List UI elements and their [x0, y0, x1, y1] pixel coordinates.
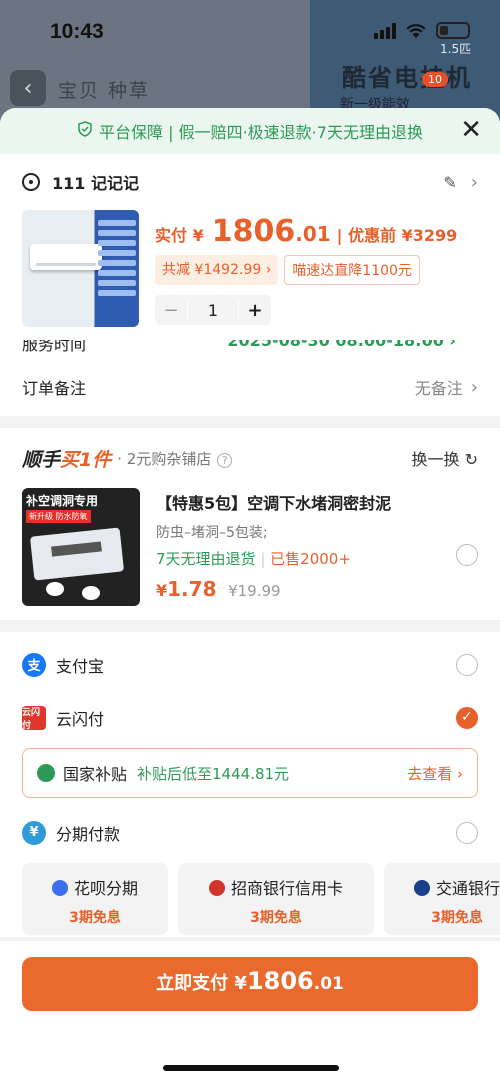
price-line: 实付 ¥ 1806 .01 | 优惠前 ¥3299	[155, 214, 478, 249]
chevron-right-icon: ›	[470, 171, 478, 193]
add-on-desc: 防虫–堵洞–5包装;	[156, 525, 268, 541]
wifi-icon	[406, 23, 426, 38]
add-on-title: 顺手买1件	[22, 448, 112, 471]
add-on-image[interactable]: 补空调洞专用 新升级 防水防氧	[22, 488, 140, 606]
unionpay-icon: 云闪付	[22, 705, 46, 731]
help-icon[interactable]: ?	[217, 452, 233, 468]
address-row[interactable]: 111 记记记 ✎ ›	[0, 154, 500, 210]
price-decimal: .01	[295, 222, 331, 246]
paid-label: 实付 ¥	[155, 226, 204, 245]
product-image-panel	[98, 220, 136, 318]
chevron-right-icon: ›	[470, 376, 478, 398]
alipay-radio[interactable]	[456, 653, 478, 676]
add-on-name: 【特惠5包】空调下水堵洞密封泥	[156, 494, 392, 513]
cmb-icon	[208, 880, 225, 896]
checkout-sheet: 平台保障 | 假一赔四·极速退款·7天无理由退换 ✕ 111 记记记 ✎ › 实…	[0, 108, 500, 1081]
swap-button[interactable]: 换一换 ↻	[412, 446, 479, 470]
unionpay-radio[interactable]	[456, 706, 478, 729]
add-on-image-header: 补空调洞专用	[26, 494, 99, 508]
product-image[interactable]	[22, 210, 139, 327]
add-on-meta: 7天无理由退货 | 已售2000+	[156, 550, 351, 568]
pay-now-button[interactable]: 立即支付 ¥1806.01	[22, 957, 478, 1011]
sold-count: 已售2000+	[270, 550, 351, 568]
order-note-row[interactable]: 订单备注 无备注 ›	[0, 358, 500, 416]
bocom-icon	[413, 880, 430, 896]
installment-radio[interactable]	[456, 821, 478, 844]
add-on-image-badge: 新升级 防水防氧	[26, 510, 91, 523]
guarantee-banner: 平台保障 | 假一赔四·极速退款·7天无理由退换 ✕	[0, 108, 500, 154]
add-on-header: 顺手买1件 · 2元购杂铺店? 换一换 ↻	[0, 428, 500, 488]
background-tabs: 宝贝 种草	[58, 80, 151, 102]
battery-icon	[436, 22, 470, 39]
background-title: 酷省电挂机	[342, 64, 472, 92]
pay-option-installment[interactable]: ¥ 分期付款	[0, 806, 500, 859]
subsidy-icon	[37, 764, 55, 782]
installment-plan-cmb[interactable]: 招商银行信用卡 3期免息	[178, 863, 374, 935]
installment-icon: ¥	[22, 820, 46, 845]
status-time: 10:43	[50, 20, 104, 43]
quantity-stepper: − 1 +	[155, 295, 271, 325]
home-indicator[interactable]	[163, 1065, 339, 1071]
clay-ball	[46, 582, 64, 596]
pay-option-label: 分期付款	[56, 824, 121, 844]
add-on-subtitle: · 2元购杂铺店?	[117, 448, 411, 469]
add-on-item[interactable]: 补空调洞专用 新升级 防水防氧 【特惠5包】空调下水堵洞密封泥 防虫–堵洞–5包…	[0, 488, 500, 620]
price-tags: 共减 ¥1492.99 › 喵速达直降1100元	[155, 255, 478, 285]
product-row: 实付 ¥ 1806 .01 | 优惠前 ¥3299 共减 ¥1492.99 › …	[0, 210, 500, 340]
quantity-minus-button[interactable]: −	[155, 300, 187, 321]
sealing-clay-pack	[29, 527, 125, 581]
add-on-price: ¥1.78 ¥19.99	[156, 577, 281, 601]
product-info: 实付 ¥ 1806 .01 | 优惠前 ¥3299 共减 ¥1492.99 › …	[155, 210, 478, 330]
close-icon[interactable]: ✕	[460, 117, 482, 143]
signal-icon	[374, 22, 396, 39]
add-on-radio[interactable]	[456, 544, 478, 566]
subsidy-view-link[interactable]: 去查看 ›	[407, 763, 463, 784]
clay-ball	[82, 586, 100, 600]
national-subsidy-banner[interactable]: 国家补贴 补贴后低至1444.81元 去查看 ›	[22, 748, 478, 798]
location-pin-icon	[22, 173, 40, 191]
edit-icon[interactable]: ✎	[443, 173, 456, 192]
background-version-hint: 1.5匹	[440, 42, 472, 56]
order-note-label: 订单备注	[22, 379, 87, 398]
return-policy: 7天无理由退货	[156, 550, 256, 568]
status-icons	[374, 22, 470, 39]
subsidy-highlight: 补贴后低至1444.81元	[137, 764, 290, 783]
quantity-plus-button[interactable]: +	[239, 300, 271, 321]
bottom-bar: 立即支付 ¥1806.01	[0, 941, 500, 1081]
installment-plan-bocom[interactable]: 交通银行 3期免息	[384, 863, 500, 935]
installment-plans: 花呗分期 3期免息 招商银行信用卡 3期免息 交通银行 3期免息	[0, 859, 500, 937]
payment-card: 支 支付宝 云闪付 云闪付 国家补贴 补贴后低至1444.81元 去查看 › ¥…	[0, 632, 500, 937]
service-time-row[interactable]: 服务时间 2025-08-30 08:00-18:00 ›	[0, 340, 500, 358]
order-card: 111 记记记 ✎ › 实付 ¥ 1806 .01 | 优惠前 ¥3299 共减…	[0, 154, 500, 416]
quantity-value[interactable]: 1	[187, 300, 239, 320]
price-integer: 1806	[211, 214, 296, 249]
air-conditioner-illustration	[30, 244, 102, 270]
add-on-old-price: ¥19.99	[228, 582, 281, 600]
huabei-icon	[51, 880, 68, 896]
price-before-discount: | 优惠前 ¥3299	[336, 226, 458, 245]
order-note-value: 无备注	[414, 379, 463, 398]
shield-check-icon	[77, 121, 93, 141]
add-on-card: 顺手买1件 · 2元购杂铺店? 换一换 ↻ 补空调洞专用 新升级 防水防氧 【特…	[0, 428, 500, 620]
pay-option-alipay[interactable]: 支 支付宝	[0, 638, 500, 691]
address-name: 111 记记记	[52, 174, 139, 193]
service-time-value: 2025-08-30 08:00-18:00 ›	[227, 340, 456, 350]
service-time-label: 服务时间	[22, 340, 87, 354]
background-cart-badge: 10	[422, 72, 448, 87]
guarantee-text: 平台保障 | 假一赔四·极速退款·7天无理由退换	[99, 123, 423, 142]
installment-plan-huabei[interactable]: 花呗分期 3期免息	[22, 863, 168, 935]
background-back-icon: ‹	[10, 70, 46, 106]
subsidy-name: 国家补贴	[63, 765, 128, 784]
pay-option-unionpay[interactable]: 云闪付 云闪付	[0, 691, 500, 744]
add-on-info: 【特惠5包】空调下水堵洞密封泥 防虫–堵洞–5包装; 7天无理由退货 | 已售2…	[156, 488, 478, 604]
pay-option-label: 云闪付	[56, 709, 105, 729]
pay-option-label: 支付宝	[56, 656, 105, 676]
promo-tag: 喵速达直降1100元	[284, 255, 420, 285]
alipay-icon: 支	[22, 652, 46, 677]
discount-tag[interactable]: 共减 ¥1492.99 ›	[155, 255, 279, 285]
